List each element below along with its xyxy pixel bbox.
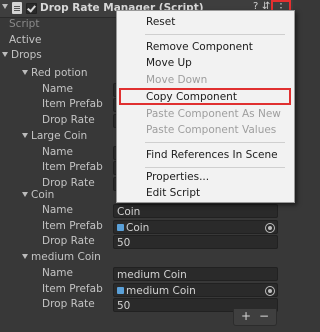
name-field[interactable]: Coin: [113, 204, 278, 218]
drops-foldout[interactable]: Drops: [2, 48, 42, 63]
drop-title: Coin: [31, 189, 55, 201]
add-element-button[interactable]: +: [241, 309, 251, 324]
menu-item-move-down: Move Down: [146, 74, 208, 86]
drop-title: medium Coin: [31, 251, 101, 263]
item-prefab-label: Item Prefab: [42, 161, 103, 173]
item-prefab-label: Item Prefab: [42, 98, 103, 110]
prefab-value: Coin: [126, 222, 150, 234]
menu-separator: [145, 34, 285, 35]
drop-foldout[interactable]: Red potion: [22, 66, 88, 81]
drop-rate-label: Drop Rate: [42, 114, 95, 126]
menu-separator: [145, 167, 285, 168]
element-arrow-icon[interactable]: [22, 192, 28, 197]
drop-rate-label: Drop Rate: [42, 298, 95, 310]
enabled-checkbox[interactable]: [26, 3, 37, 14]
menu-item-remove-component[interactable]: Remove Component: [117, 39, 292, 55]
menu-item-reset[interactable]: Reset: [117, 14, 292, 30]
item-prefab-label: Item Prefab: [42, 220, 103, 232]
drop-foldout[interactable]: Large Coin: [22, 129, 87, 144]
prefab-icon: [117, 287, 124, 294]
remove-element-button[interactable]: −: [259, 309, 269, 324]
drop-title: Red potion: [31, 67, 88, 79]
drop-foldout[interactable]: Coin: [22, 188, 54, 203]
drops-arrow-icon[interactable]: [2, 52, 8, 57]
copy-component-highlight: [119, 88, 291, 105]
active-label: Active: [9, 34, 42, 46]
menu-item-edit-script[interactable]: Edit Script: [117, 185, 292, 201]
foldout-arrow-icon[interactable]: [2, 4, 8, 9]
menu-item-find-references[interactable]: Find References In Scene: [117, 147, 292, 163]
name-label: Name: [42, 83, 73, 95]
object-picker-icon[interactable]: [265, 286, 275, 296]
name-label: Name: [42, 204, 73, 216]
element-arrow-icon[interactable]: [22, 254, 28, 259]
drop-title: Large Coin: [31, 130, 88, 142]
name-label: Name: [42, 146, 73, 158]
item-prefab-field[interactable]: Coin: [113, 220, 278, 234]
item-prefab-label: Item Prefab: [42, 283, 103, 295]
name-field[interactable]: medium Coin: [113, 267, 278, 281]
prefab-icon: [117, 224, 124, 231]
context-menu: Reset Remove Component Move Up Move Down…: [116, 10, 295, 203]
element-arrow-icon[interactable]: [22, 70, 28, 75]
name-label: Name: [42, 267, 73, 279]
object-picker-icon[interactable]: [265, 223, 275, 233]
menu-separator: [145, 142, 285, 143]
drop-foldout[interactable]: medium Coin: [22, 250, 101, 265]
script-file-icon: [12, 2, 22, 14]
drop-rate-label: Drop Rate: [42, 235, 95, 247]
script-label: Script: [9, 18, 40, 30]
menu-item-paste-values: Paste Component Values: [146, 124, 277, 136]
drop-rate-field[interactable]: 50: [113, 235, 278, 249]
item-prefab-field[interactable]: medium Coin: [113, 283, 278, 297]
menu-item-move-up[interactable]: Move Up: [117, 55, 292, 71]
prefab-value: medium Coin: [126, 285, 196, 297]
drops-label: Drops: [11, 49, 42, 61]
menu-item-paste-as-new: Paste Component As New: [146, 108, 281, 120]
element-arrow-icon[interactable]: [22, 133, 28, 138]
menu-item-properties[interactable]: Properties...: [117, 169, 292, 185]
list-footer: + −: [233, 309, 277, 326]
